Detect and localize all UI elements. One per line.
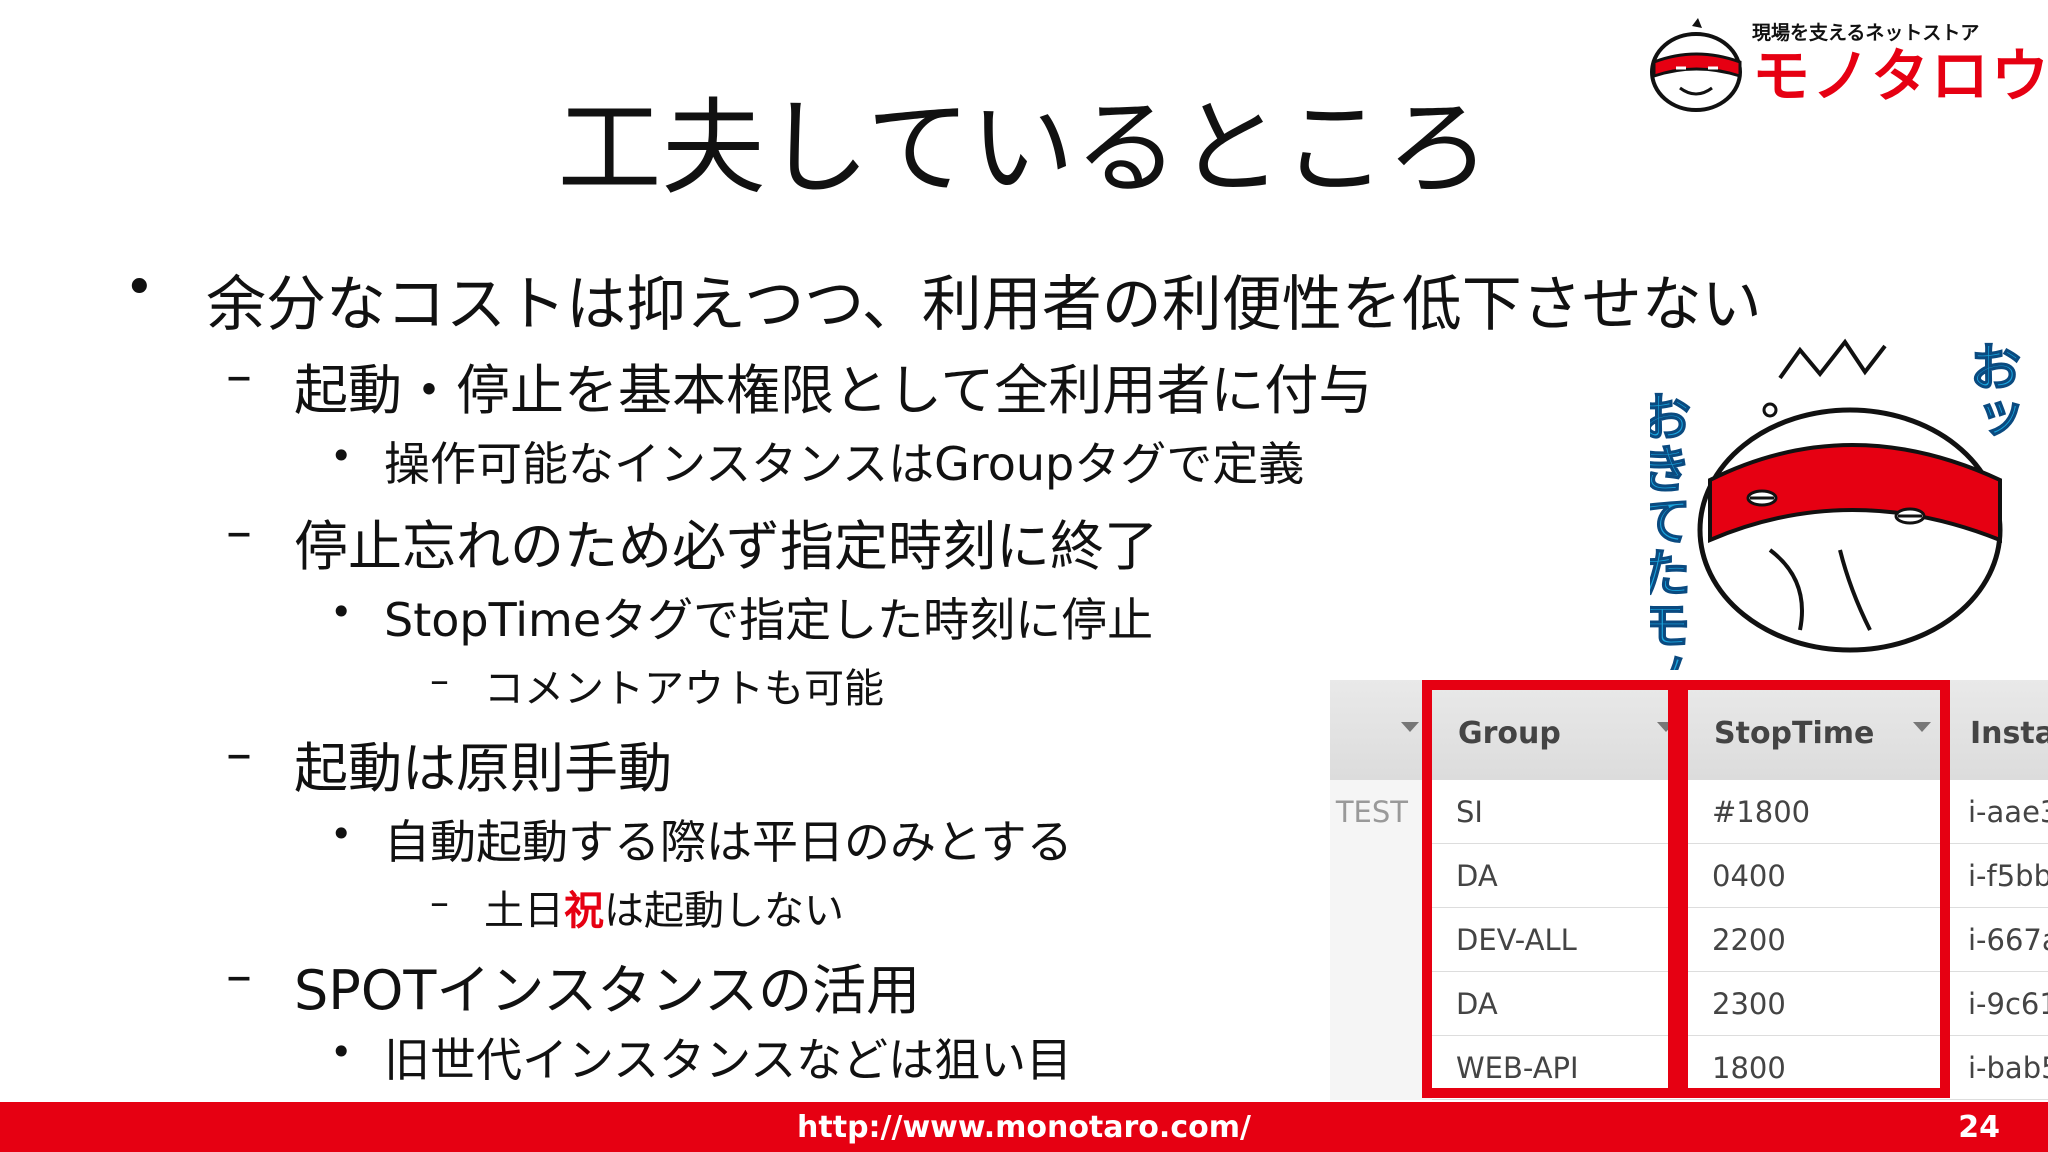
bullet-text-part: 土日	[484, 888, 564, 934]
sort-caret-icon[interactable]	[1401, 722, 1419, 732]
table-cell-instance: i-bab5	[1944, 1036, 2048, 1100]
column-header-label: Instan	[1970, 716, 2048, 751]
page-number: 24	[1958, 1110, 2000, 1145]
footer-url: http://www.monotaro.com/	[797, 1110, 1251, 1145]
bullet-text: 停止忘れのため必ず指定時刻に終了	[294, 515, 1158, 578]
bullet-marker: –	[226, 502, 252, 562]
column-header-instance[interactable]: Instan	[1944, 680, 2048, 780]
bullet-text: SPOTインスタンスの活用	[294, 959, 921, 1022]
bullet-text-part: は起動しない	[604, 888, 844, 934]
mascot-face-icon	[1650, 18, 1742, 112]
brand-logo: 現場を支えるネットストア モノタロウ	[1648, 12, 2048, 112]
bullet-marker: •	[330, 434, 353, 478]
mascot-caption-left: おきてたモノッ	[1650, 390, 1690, 670]
mascot-body-icon	[1697, 338, 2003, 653]
bullet-marker: –	[226, 724, 252, 784]
footer-bar: http://www.monotaro.com/ 24	[0, 1102, 2048, 1152]
table-cell-instance: i-667a	[1944, 908, 2048, 972]
table-cell: TEST	[1335, 795, 1408, 829]
table-cell-instance: i-9c61	[1944, 972, 2048, 1036]
holiday-highlight: 祝	[564, 888, 604, 934]
bullet-text: 旧世代インスタンスなどは狙い目	[384, 1033, 1073, 1087]
bullet-text: 起動・停止を基本権限として全利用者に付与	[294, 359, 1373, 422]
mascot-illustration: おきてたモノッ おッ	[1650, 338, 2021, 670]
bullet-text: 操作可能なインスタンスはGroupタグで定義	[384, 437, 1305, 491]
bullet-marker: •	[330, 590, 353, 634]
logo-wordmark: モノタロウ	[1752, 42, 2048, 110]
bullet-text: 起動は原則手動	[294, 737, 672, 800]
column-header-partial[interactable]	[1330, 680, 1432, 780]
stoptime-column-highlight	[1678, 680, 1950, 1098]
bullet-text: 自動起動する際は平日のみとする	[384, 815, 1073, 869]
bullet-marker: –	[430, 658, 449, 702]
mascot-caption-right: おッ	[1960, 340, 2020, 444]
bullet-text: 余分なコストは抑えつつ、利用者の利便性を低下させない	[206, 270, 1762, 340]
table-cell-instance: i-aae3	[1944, 780, 2048, 844]
bullet-marker: –	[226, 346, 252, 406]
bullet-text: 土日祝は起動しない	[484, 878, 844, 936]
table-cell-instance: i-f5bb	[1944, 844, 2048, 908]
bullet-marker: •	[330, 1030, 353, 1074]
bullet-text: StopTimeタグで指定した時刻に停止	[384, 593, 1154, 647]
bullet-marker: •	[330, 812, 353, 856]
bullet-marker: –	[430, 880, 449, 924]
bullet-marker: –	[226, 946, 252, 1006]
bullet-text: コメントアウトも可能	[484, 666, 884, 712]
bullet-marker: •	[124, 258, 155, 318]
group-column-highlight	[1422, 680, 1678, 1098]
